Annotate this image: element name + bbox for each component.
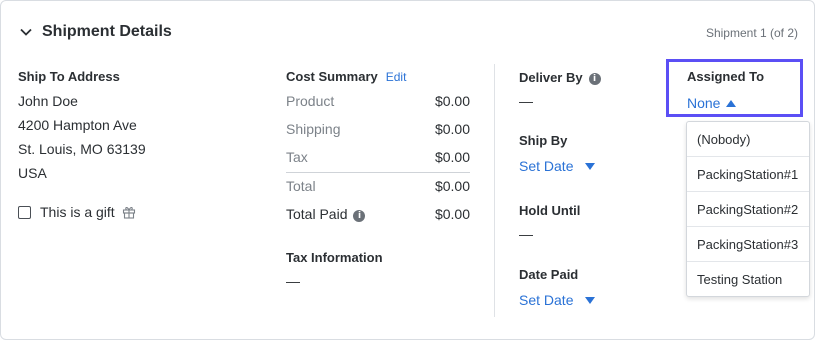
- assigned-to-value: None: [687, 95, 721, 111]
- cost-row: Tax $0.00: [286, 149, 470, 165]
- cost-summary-label: Cost Summary: [286, 69, 378, 84]
- deliver-by-field: Deliver By i —: [519, 69, 601, 109]
- address-line: 4200 Hampton Ave: [18, 117, 137, 133]
- date-paid-date-picker[interactable]: Set Date: [519, 292, 596, 308]
- assigned-to-dropdown: (Nobody) PackingStation#1 PackingStation…: [686, 121, 810, 297]
- cost-row-total: Total $0.00: [286, 178, 470, 194]
- cost-row-value: $0.00: [434, 93, 470, 109]
- cost-summary: Cost Summary Edit Product $0.00 Shipping…: [286, 69, 470, 222]
- gift-label: This is a gift: [40, 204, 115, 220]
- shipment-details-toggle[interactable]: Shipment Details: [19, 23, 172, 41]
- hold-until-field: Hold Until —: [519, 203, 580, 242]
- address-line: John Doe: [18, 93, 78, 109]
- hold-until-value: —: [519, 226, 533, 242]
- hold-until-label: Hold Until: [519, 203, 581, 218]
- cost-row-label: Total Paid: [286, 206, 348, 222]
- gift-icon: [122, 207, 135, 219]
- cost-row-total-paid: Total Paid i $0.00: [286, 206, 470, 222]
- cost-row-value: $0.00: [434, 121, 470, 137]
- tax-info-label: Tax Information: [286, 250, 383, 265]
- total-divider: [286, 172, 470, 173]
- ship-to-label: Ship To Address: [18, 69, 120, 84]
- tax-information: Tax Information —: [286, 250, 383, 289]
- assigned-to-select[interactable]: None: [687, 95, 737, 111]
- cost-row-label: Tax: [286, 149, 308, 165]
- deliver-by-value: —: [519, 93, 533, 109]
- dropdown-option[interactable]: PackingStation#3: [687, 227, 809, 262]
- cost-row-label: Shipping: [286, 121, 341, 137]
- ship-by-field: Ship By Set Date: [519, 133, 596, 174]
- edit-cost-link[interactable]: Edit: [386, 70, 407, 84]
- info-icon[interactable]: i: [353, 210, 366, 222]
- tax-info-value: —: [286, 273, 300, 289]
- caret-down-icon: [585, 296, 596, 304]
- column-divider: [494, 64, 495, 317]
- dropdown-option[interactable]: Testing Station: [687, 262, 809, 297]
- address-line: St. Louis, MO 63139: [18, 141, 146, 157]
- chevron-down-icon: [20, 28, 32, 36]
- shipment-count: Shipment 1 (of 2): [705, 26, 798, 40]
- cost-row: Product $0.00: [286, 93, 470, 109]
- date-paid-label: Date Paid: [519, 267, 579, 282]
- caret-down-icon: [585, 162, 596, 170]
- dropdown-option[interactable]: (Nobody): [687, 122, 809, 157]
- cost-row-value: $0.00: [434, 149, 470, 165]
- cost-row-label: Product: [286, 93, 335, 109]
- assigned-to-label: Assigned To: [687, 69, 765, 84]
- gift-option: This is a gift: [18, 204, 136, 220]
- dropdown-option[interactable]: PackingStation#2: [687, 192, 809, 227]
- shipment-details-card: Shipment Details Shipment 1 (of 2) Ship …: [0, 0, 815, 340]
- cost-row-value: $0.00: [434, 206, 470, 222]
- dropdown-option[interactable]: PackingStation#1: [687, 157, 809, 192]
- cost-row-value: $0.00: [434, 178, 470, 194]
- address-line: USA: [18, 165, 47, 181]
- section-title: Shipment Details: [42, 23, 172, 40]
- gift-checkbox[interactable]: [18, 205, 31, 219]
- deliver-by-label: Deliver By: [519, 70, 583, 85]
- ship-by-date-picker[interactable]: Set Date: [519, 158, 596, 174]
- info-icon[interactable]: i: [588, 73, 601, 85]
- cost-row: Shipping $0.00: [286, 121, 470, 137]
- caret-up-icon: [726, 99, 737, 107]
- ship-by-label: Ship By: [519, 133, 568, 148]
- date-paid-value: Set Date: [519, 292, 574, 308]
- date-paid-field: Date Paid Set Date: [519, 267, 596, 308]
- ship-by-value: Set Date: [519, 158, 574, 174]
- cost-row-label: Total: [286, 178, 316, 194]
